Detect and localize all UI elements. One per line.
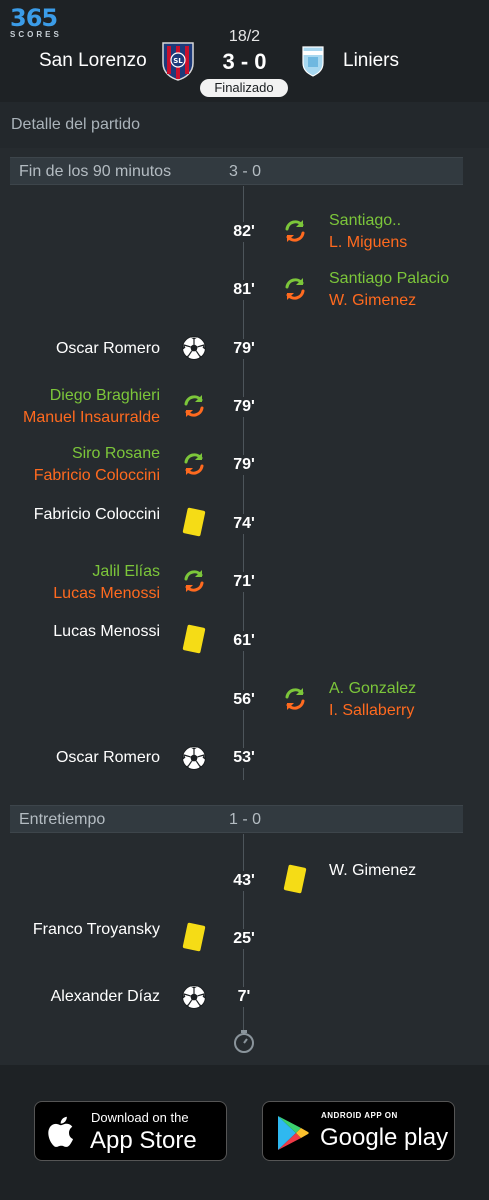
app-store-small-text: Download on the xyxy=(91,1110,189,1125)
event-minute: 74' xyxy=(220,514,268,534)
stopwatch-icon xyxy=(234,1030,254,1053)
substitution-icon xyxy=(285,688,305,710)
sub-out-player[interactable]: Fabricio Coloccini xyxy=(34,466,160,486)
sub-in-player[interactable]: A. Gonzalez xyxy=(329,679,416,699)
event-minute: 43' xyxy=(220,871,268,891)
booked-player[interactable]: Franco Troyansky xyxy=(33,920,160,940)
goal-scorer[interactable]: Oscar Romero xyxy=(56,339,160,359)
sub-out-player[interactable]: W. Gimenez xyxy=(329,291,416,311)
play-store-big-text: Google play xyxy=(320,1124,449,1151)
google-play-icon xyxy=(278,1116,309,1150)
match-status-badge: Finalizado xyxy=(200,79,288,97)
event-minute: 61' xyxy=(220,631,268,651)
sub-out-player[interactable]: I. Sallaberry xyxy=(329,701,414,721)
soccer-ball-icon xyxy=(182,985,206,1009)
event-minute: 79' xyxy=(220,455,268,475)
substitution-icon xyxy=(184,453,204,475)
substitution-icon xyxy=(285,278,305,300)
match-header: 365 SCORES San Lorenzo SL 18/2 3 - 0 Fin… xyxy=(0,0,489,102)
goal-scorer[interactable]: Oscar Romero xyxy=(56,748,160,768)
period-bar-half-time: Entretiempo 1 - 0 xyxy=(10,805,463,833)
sub-in-player[interactable]: Diego Braghieri xyxy=(50,386,160,406)
sub-in-player[interactable]: Santiago Palacio xyxy=(329,269,449,289)
sub-in-player[interactable]: Siro Rosane xyxy=(72,444,160,464)
sub-in-player[interactable]: Santiago.. xyxy=(329,211,401,231)
substitution-icon xyxy=(184,570,204,592)
section-title: Detalle del partido xyxy=(0,102,489,148)
booked-player[interactable]: Lucas Menossi xyxy=(53,622,160,642)
app-store-big-text: App Store xyxy=(90,1127,197,1154)
app-store-button[interactable]: Download on the App Store xyxy=(34,1101,227,1161)
event-minute: 79' xyxy=(220,397,268,417)
event-minute: 82' xyxy=(220,222,268,242)
google-play-button[interactable]: ANDROID APP ON Google play xyxy=(262,1101,455,1161)
period-score: 1 - 0 xyxy=(228,811,261,828)
sub-out-player[interactable]: Lucas Menossi xyxy=(53,584,160,604)
event-minute: 25' xyxy=(220,929,268,949)
soccer-ball-icon xyxy=(182,746,206,770)
event-minute: 71' xyxy=(220,572,268,592)
away-team-crest-icon[interactable] xyxy=(301,45,325,77)
goal-scorer[interactable]: Alexander Díaz xyxy=(51,987,160,1007)
booked-player[interactable]: W. Gimenez xyxy=(329,861,416,881)
soccer-ball-icon xyxy=(182,336,206,360)
sub-in-player[interactable]: Jalil Elías xyxy=(92,562,160,582)
play-store-small-text: ANDROID APP ON xyxy=(321,1111,398,1120)
match-date: 18/2 xyxy=(228,28,261,45)
event-minute: 81' xyxy=(220,280,268,300)
event-minute: 79' xyxy=(220,339,268,359)
store-footer: Download on the App Store ANDROID APP ON… xyxy=(0,1065,489,1200)
match-score: 3 - 0 xyxy=(222,49,267,74)
period-bar-full-time: Fin de los 90 minutos 3 - 0 xyxy=(10,157,463,185)
sub-out-player[interactable]: Manuel Insaurralde xyxy=(23,408,160,428)
event-minute: 53' xyxy=(220,748,268,768)
booked-player[interactable]: Fabricio Coloccini xyxy=(34,505,160,525)
period-score: 3 - 0 xyxy=(228,163,261,180)
logo-number: 365 xyxy=(10,4,58,32)
event-minute: 7' xyxy=(220,987,268,1007)
event-minute: 56' xyxy=(220,690,268,710)
away-team-name[interactable]: Liniers xyxy=(343,50,399,72)
substitution-icon xyxy=(184,395,204,417)
apple-icon xyxy=(48,1116,73,1147)
substitution-icon xyxy=(285,220,305,242)
sub-out-player[interactable]: L. Miguens xyxy=(329,233,407,253)
